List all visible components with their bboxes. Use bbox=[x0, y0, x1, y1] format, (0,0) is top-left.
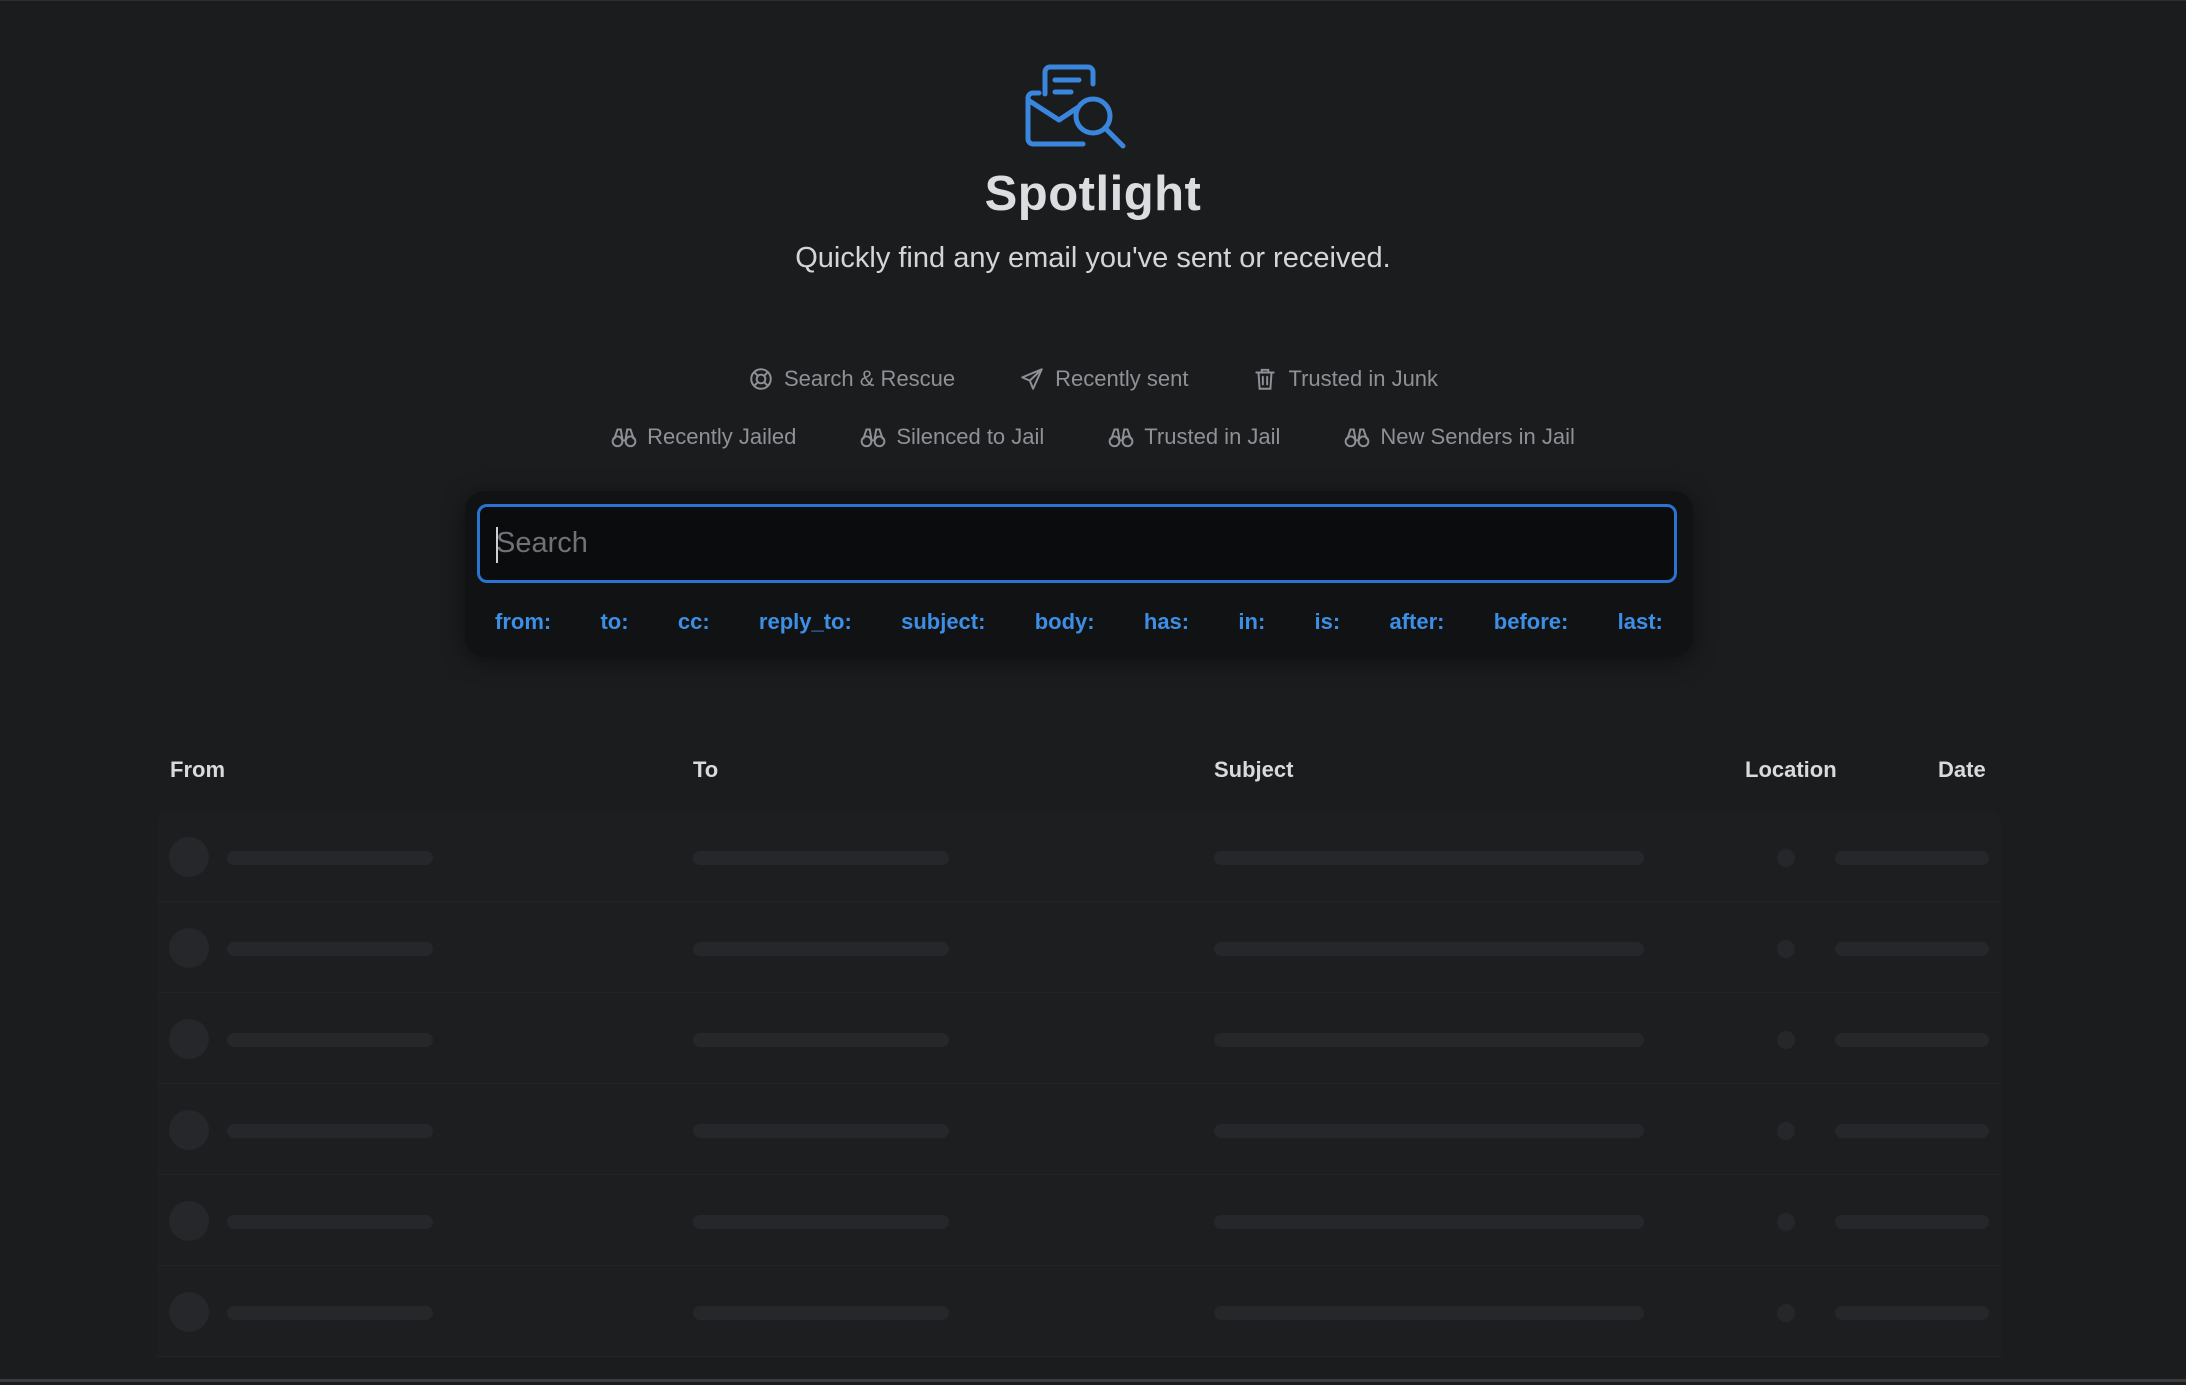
spotlight-page: Spotlight Quickly find any email you've … bbox=[0, 0, 2186, 1385]
from-placeholder bbox=[227, 1124, 433, 1138]
date-placeholder bbox=[1835, 942, 1989, 956]
binoculars-icon bbox=[1108, 428, 1134, 448]
bottom-divider bbox=[0, 1379, 2186, 1382]
location-placeholder bbox=[1777, 1031, 1795, 1049]
operator-in[interactable]: in: bbox=[1238, 609, 1265, 635]
column-header-from[interactable]: From bbox=[170, 757, 225, 783]
location-placeholder bbox=[1777, 1122, 1795, 1140]
lifebuoy-icon bbox=[750, 368, 772, 390]
shortcut-search-and-rescue[interactable]: Search & Rescue bbox=[748, 364, 955, 394]
operator-subject[interactable]: subject: bbox=[901, 609, 985, 635]
location-placeholder bbox=[1777, 940, 1795, 958]
table-row[interactable] bbox=[157, 1084, 2001, 1175]
operator-reply-to[interactable]: reply_to: bbox=[759, 609, 852, 635]
date-placeholder bbox=[1835, 1306, 1989, 1320]
text-caret bbox=[496, 527, 498, 563]
operator-last[interactable]: last: bbox=[1618, 609, 1663, 635]
search-input[interactable] bbox=[480, 506, 1674, 581]
operator-from[interactable]: from: bbox=[495, 609, 551, 635]
shortcut-silenced-to-jail[interactable]: Silenced to Jail bbox=[860, 422, 1044, 452]
shortcut-label: Recently Jailed bbox=[647, 424, 797, 449]
operator-to[interactable]: to: bbox=[600, 609, 628, 635]
search-field[interactable] bbox=[477, 504, 1677, 583]
operator-has[interactable]: has: bbox=[1144, 609, 1189, 635]
operator-body[interactable]: body: bbox=[1035, 609, 1095, 635]
date-placeholder bbox=[1835, 1215, 1989, 1229]
date-placeholder bbox=[1835, 1033, 1989, 1047]
table-row[interactable] bbox=[157, 1175, 2001, 1266]
subject-placeholder bbox=[1214, 942, 1644, 956]
subject-placeholder bbox=[1214, 1033, 1644, 1047]
operator-cc[interactable]: cc: bbox=[678, 609, 710, 635]
shortcut-label: Trusted in Jail bbox=[1144, 424, 1281, 449]
table-row[interactable] bbox=[157, 993, 2001, 1084]
shortcut-trusted-in-jail[interactable]: Trusted in Jail bbox=[1108, 422, 1280, 452]
to-placeholder bbox=[693, 1215, 949, 1229]
subject-placeholder bbox=[1214, 1124, 1644, 1138]
avatar-placeholder bbox=[169, 1110, 209, 1150]
table-row[interactable] bbox=[157, 1266, 2001, 1357]
column-header-subject[interactable]: Subject bbox=[1214, 757, 1293, 783]
search-panel: from: to: cc: reply_to: subject: body: h… bbox=[465, 491, 1693, 657]
results-table-body bbox=[157, 811, 2001, 1357]
quick-filters-row-1: Search & Rescue Recently sent Trusted in… bbox=[0, 364, 2186, 394]
shortcut-label: New Senders in Jail bbox=[1380, 424, 1575, 449]
to-placeholder bbox=[693, 851, 949, 865]
search-operators: from: to: cc: reply_to: subject: body: h… bbox=[495, 609, 1663, 635]
to-placeholder bbox=[693, 1033, 949, 1047]
shortcut-recently-jailed[interactable]: Recently Jailed bbox=[611, 422, 796, 452]
from-placeholder bbox=[227, 1033, 433, 1047]
shortcut-new-senders-in-jail[interactable]: New Senders in Jail bbox=[1344, 422, 1575, 452]
operator-after[interactable]: after: bbox=[1390, 609, 1445, 635]
shortcut-label: Search & Rescue bbox=[783, 366, 956, 391]
quick-filters-row-2: Recently Jailed Silenced to Jail Trusted… bbox=[0, 422, 2186, 452]
location-placeholder bbox=[1777, 1304, 1795, 1322]
shortcut-recently-sent[interactable]: Recently sent bbox=[1019, 364, 1188, 394]
date-placeholder bbox=[1835, 1124, 1989, 1138]
table-row[interactable] bbox=[157, 902, 2001, 993]
operator-before[interactable]: before: bbox=[1494, 609, 1569, 635]
subject-placeholder bbox=[1214, 851, 1644, 865]
from-placeholder bbox=[227, 942, 433, 956]
subject-placeholder bbox=[1214, 1306, 1644, 1320]
from-placeholder bbox=[227, 1306, 433, 1320]
operator-is[interactable]: is: bbox=[1315, 609, 1341, 635]
shortcut-label: Trusted in Junk bbox=[1288, 366, 1439, 391]
location-placeholder bbox=[1777, 849, 1795, 867]
avatar-placeholder bbox=[169, 928, 209, 968]
binoculars-icon bbox=[611, 428, 637, 448]
avatar-placeholder bbox=[169, 1201, 209, 1241]
to-placeholder bbox=[693, 942, 949, 956]
shortcut-trusted-in-junk[interactable]: Trusted in Junk bbox=[1252, 364, 1438, 394]
shortcut-label: Recently sent bbox=[1055, 366, 1189, 391]
binoculars-icon bbox=[860, 428, 886, 448]
subject-placeholder bbox=[1214, 1215, 1644, 1229]
to-placeholder bbox=[693, 1306, 949, 1320]
avatar-placeholder bbox=[169, 837, 209, 877]
to-placeholder bbox=[693, 1124, 949, 1138]
column-header-to[interactable]: To bbox=[693, 757, 718, 783]
shortcut-label: Silenced to Jail bbox=[896, 424, 1045, 449]
date-placeholder bbox=[1835, 851, 1989, 865]
page-subtitle: Quickly find any email you've sent or re… bbox=[795, 242, 1391, 274]
page-title: Spotlight bbox=[984, 167, 1202, 221]
table-row[interactable] bbox=[157, 811, 2001, 902]
avatar-placeholder bbox=[169, 1292, 209, 1332]
trash-icon bbox=[1255, 368, 1276, 390]
avatar-placeholder bbox=[169, 1019, 209, 1059]
column-header-date[interactable]: Date bbox=[1938, 757, 1986, 783]
column-header-location[interactable]: Location bbox=[1745, 757, 1837, 783]
envelope-search-icon bbox=[1025, 64, 1126, 149]
paper-plane-icon bbox=[1021, 368, 1043, 390]
results-table-header: From To Subject Location Date bbox=[0, 757, 2186, 787]
binoculars-icon bbox=[1345, 428, 1370, 448]
from-placeholder bbox=[227, 1215, 433, 1229]
from-placeholder bbox=[227, 851, 433, 865]
location-placeholder bbox=[1777, 1213, 1795, 1231]
